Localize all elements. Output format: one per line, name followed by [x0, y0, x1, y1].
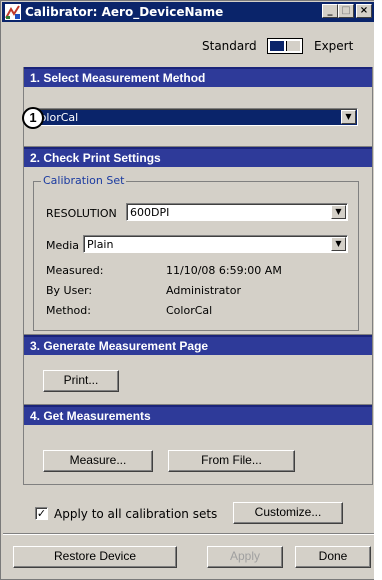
calibration-set-label: Calibration Set: [41, 174, 127, 187]
title-bar[interactable]: Calibrator: Aero_DeviceName _ □ ×: [2, 2, 374, 22]
media-value: Plain: [87, 238, 114, 251]
callout-badge: 1: [22, 107, 44, 129]
mode-switch: Standard Expert: [1, 37, 373, 55]
minimize-button[interactable]: _: [322, 4, 338, 18]
section-header: 3. Generate Measurement Page: [24, 335, 372, 355]
chevron-down-icon[interactable]: ▼: [341, 110, 356, 124]
mode-toggle[interactable]: [267, 38, 303, 54]
apply-button[interactable]: Apply: [207, 546, 283, 568]
method-label: Method:: [46, 304, 91, 317]
apply-all-label[interactable]: Apply to all calibration sets: [54, 507, 217, 521]
by-user-value: Administrator: [166, 284, 241, 297]
calibrator-app-icon: [5, 4, 21, 20]
section-header: 4. Get Measurements: [24, 405, 372, 425]
chevron-down-icon[interactable]: ▼: [331, 237, 346, 251]
media-label: Media: [46, 239, 80, 252]
resolution-value: 600DPI: [130, 206, 170, 219]
from-file-button[interactable]: From File...: [168, 450, 295, 472]
calibrator-window: Calibrator: Aero_DeviceName _ □ × Standa…: [0, 0, 380, 580]
measured-value: 11/10/08 6:59:00 AM: [166, 264, 282, 277]
section-header: 1. Select Measurement Method: [24, 67, 372, 87]
toggle-knob: [270, 41, 284, 51]
restore-device-button[interactable]: Restore Device: [13, 546, 177, 568]
footer-divider: [3, 533, 375, 535]
print-button[interactable]: Print...: [43, 370, 119, 392]
measurement-method-dropdown[interactable]: ColorCal ▼: [28, 108, 358, 126]
close-button[interactable]: ×: [356, 4, 372, 18]
resolution-dropdown[interactable]: 600DPI ▼: [126, 203, 348, 221]
customize-button[interactable]: Customize...: [233, 502, 343, 524]
measure-button[interactable]: Measure...: [43, 450, 153, 472]
toggle-track: [286, 41, 300, 51]
screen-edge: [374, 0, 380, 580]
method-value: ColorCal: [166, 304, 213, 317]
media-dropdown[interactable]: Plain ▼: [83, 235, 348, 253]
done-button[interactable]: Done: [295, 546, 371, 568]
section-select-measurement-method: 1. Select Measurement Method: [23, 67, 373, 147]
standard-mode-label[interactable]: Standard: [202, 39, 257, 53]
expert-mode-label[interactable]: Expert: [314, 39, 353, 53]
section-get-measurements: 4. Get Measurements: [23, 405, 373, 485]
by-user-label: By User:: [46, 284, 93, 297]
resolution-label: RESOLUTION: [46, 207, 117, 220]
window-title: Calibrator: Aero_DeviceName: [25, 5, 224, 19]
apply-all-checkbox[interactable]: ✓: [35, 507, 48, 520]
maximize-button[interactable]: □: [338, 4, 354, 18]
measured-label: Measured:: [46, 264, 104, 277]
section-header: 2. Check Print Settings: [24, 147, 372, 167]
chevron-down-icon[interactable]: ▼: [331, 205, 346, 219]
